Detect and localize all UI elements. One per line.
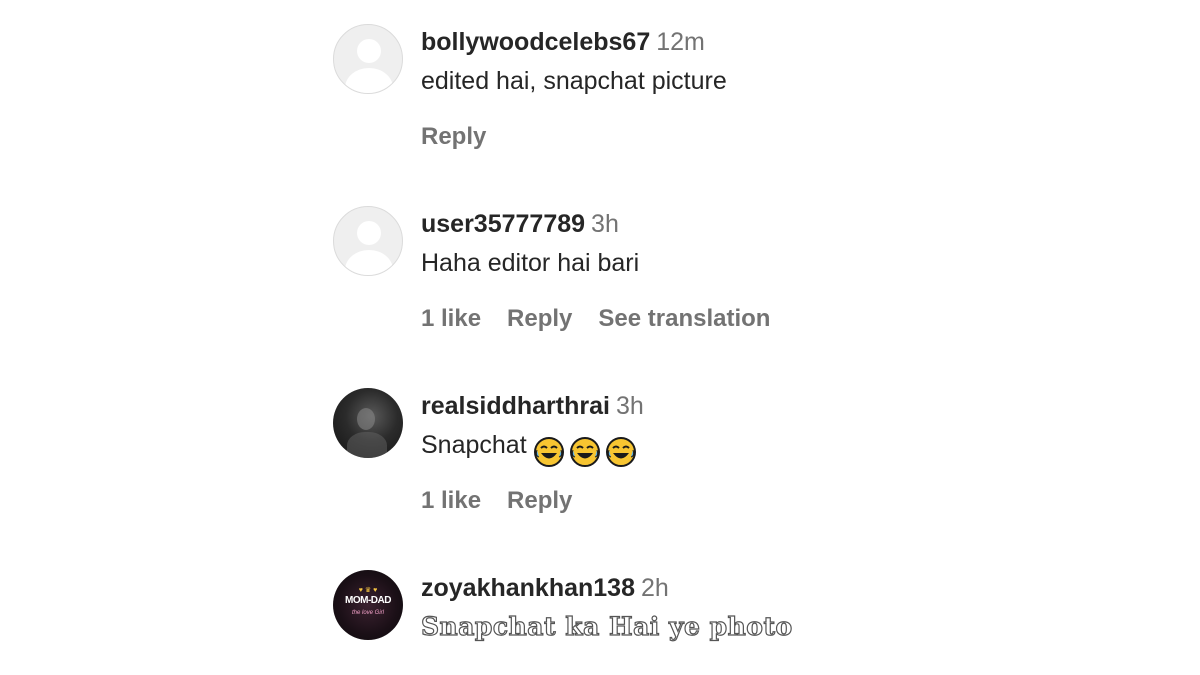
comment-username[interactable]: user35777789 xyxy=(421,210,585,238)
see-translation-button[interactable]: See translation xyxy=(598,305,770,332)
reply-button[interactable]: Reply xyxy=(507,305,572,332)
default-avatar-icon[interactable] xyxy=(333,24,403,94)
profile-photo-avatar[interactable] xyxy=(333,388,403,458)
avatar-badge-line1: ♥ ♛ ♥ xyxy=(358,587,378,594)
comment-actions: Reply xyxy=(421,122,512,152)
default-avatar-icon[interactable] xyxy=(333,206,403,276)
comment-username[interactable]: bollywoodcelebs67 xyxy=(421,28,650,56)
reply-button[interactable]: Reply xyxy=(507,487,572,514)
reply-button[interactable]: Reply xyxy=(421,123,486,150)
comment-username[interactable]: zoyakhankhan138 xyxy=(421,574,635,602)
comment-time[interactable]: 3h xyxy=(616,392,644,420)
comment-time[interactable]: 12m xyxy=(656,28,705,56)
comment-actions: 1 like Reply xyxy=(421,486,598,516)
comment-header: bollywoodcelebs67 12m xyxy=(421,27,705,57)
emoji-group xyxy=(533,436,641,468)
profile-photo-badge-avatar[interactable]: ♥ ♛ ♥ MOM-DAD the love Girl xyxy=(333,570,403,640)
avatar-badge-line2: MOM-DAD xyxy=(345,595,391,606)
comment-header: zoyakhankhan138 2h xyxy=(421,573,669,603)
comment-text: Haha editor hai bari xyxy=(421,249,640,277)
likes-count[interactable]: 1 like xyxy=(421,305,481,332)
comment-time[interactable]: 3h xyxy=(591,210,619,238)
comment-time[interactable]: 2h xyxy=(641,574,669,602)
comment-text-container: Snapchat xyxy=(421,430,641,468)
comment-text: Snapchat ka Hai ye photo xyxy=(420,611,793,641)
comment-text: Snapchat xyxy=(421,431,527,459)
tears-of-joy-emoji xyxy=(605,437,636,468)
comment-list: bollywoodcelebs67 12m edited hai, snapcha… xyxy=(0,0,1200,675)
avatar-badge-line3: the love Girl xyxy=(351,610,384,616)
comment-actions: 1 like Reply See translation xyxy=(421,304,796,334)
comment-header: realsiddharthrai 3h xyxy=(421,391,644,421)
likes-count[interactable]: 1 like xyxy=(421,487,481,514)
tears-of-joy-emoji xyxy=(569,437,600,468)
comment-text: edited hai, snapchat picture xyxy=(421,67,727,95)
tears-of-joy-emoji xyxy=(533,437,564,468)
comment-header: user35777789 3h xyxy=(421,209,619,239)
comment-username[interactable]: realsiddharthrai xyxy=(421,392,610,420)
